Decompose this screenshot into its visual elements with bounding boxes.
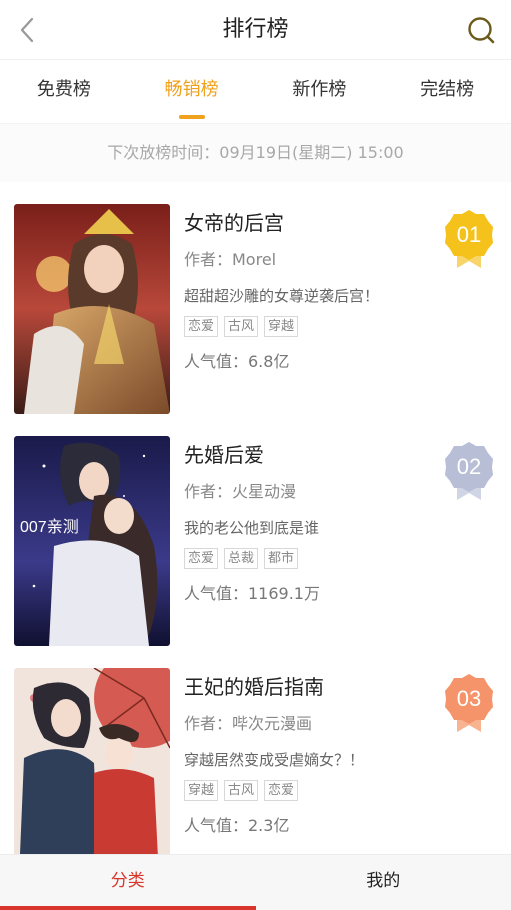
rank-badge-bronze-icon: 03 — [445, 674, 493, 732]
rank-number: 02 — [457, 454, 481, 479]
book-title[interactable]: 王妃的婚后指南 — [184, 672, 434, 702]
book-cover[interactable]: 007亲测 — [14, 436, 170, 646]
tag[interactable]: 总裁 — [224, 548, 259, 569]
tab-bestseller[interactable]: 畅销榜 — [128, 60, 256, 123]
tag[interactable]: 穿越 — [264, 316, 299, 337]
tag[interactable]: 古风 — [224, 316, 259, 337]
tag-list: 穿越 古风 恋爱 — [184, 780, 434, 802]
tab-label: 畅销榜 — [164, 79, 219, 100]
page-title: 排行榜 — [222, 17, 289, 42]
header-bar: 排行榜 — [0, 0, 511, 60]
tag[interactable]: 恋爱 — [184, 548, 219, 569]
ranking-tabs: 免费榜 畅销榜 新作榜 完结榜 — [0, 60, 511, 124]
tab-label: 新作榜 — [292, 79, 347, 100]
tag[interactable]: 都市 — [264, 548, 299, 569]
search-button[interactable] — [465, 14, 497, 46]
tab-label: 完结榜 — [420, 79, 475, 100]
tag[interactable]: 恋爱 — [264, 780, 299, 801]
book-author: 作者：哔次元漫画 — [184, 714, 313, 733]
search-icon — [468, 17, 495, 44]
rank-number: 01 — [457, 222, 481, 247]
tag[interactable]: 穿越 — [184, 780, 219, 801]
tab-new[interactable]: 新作榜 — [256, 60, 384, 123]
book-description: 穿越居然变成受虐嫡女？！ — [184, 751, 365, 769]
tag-list: 恋爱 总裁 都市 — [184, 548, 434, 570]
nav-label: 我的 — [366, 871, 401, 891]
book-title[interactable]: 女帝的后宫 — [184, 208, 434, 238]
nav-active-indicator — [0, 906, 256, 910]
book-cover[interactable] — [14, 204, 170, 414]
next-release-notice: 下次放榜时间：09月19日(星期二) 15:00 — [0, 124, 511, 182]
rank-number: 03 — [457, 686, 481, 711]
tab-completed[interactable]: 完结榜 — [383, 60, 511, 123]
nav-mine[interactable]: 我的 — [256, 855, 511, 910]
list-item[interactable]: 007亲测 先婚后爱 作者：火星动漫 我的老公他到底是谁 恋爱 总裁 都市 人气… — [0, 414, 511, 646]
tab-free[interactable]: 免费榜 — [0, 60, 128, 123]
tag[interactable]: 古风 — [224, 780, 259, 801]
book-title[interactable]: 先婚后爱 — [184, 440, 434, 470]
book-info: 女帝的后宫 作者：Morel 超甜超沙雕的女尊逆袭后宫！ 恋爱 古风 穿越 人气… — [184, 204, 434, 374]
book-description: 我的老公他到底是谁 — [184, 519, 320, 537]
list-item[interactable]: 王妃的婚后指南 作者：哔次元漫画 穿越居然变成受虐嫡女？！ 穿越 古风 恋爱 人… — [0, 646, 511, 854]
tag[interactable]: 恋爱 — [184, 316, 219, 337]
cover-watermark-text: 007亲测 — [20, 518, 79, 536]
book-author: 作者：火星动漫 — [184, 482, 297, 501]
popularity-value: 人气值：1169.1万 — [184, 584, 320, 603]
tab-active-indicator — [178, 115, 205, 119]
tag-list: 恋爱 古风 穿越 — [184, 316, 434, 338]
book-cover[interactable] — [14, 668, 170, 854]
popularity-value: 人气值：2.3亿 — [184, 816, 290, 835]
book-description: 超甜超沙雕的女尊逆袭后宫！ — [184, 287, 380, 305]
nav-label: 分类 — [110, 871, 145, 891]
list-item[interactable]: 女帝的后宫 作者：Morel 超甜超沙雕的女尊逆袭后宫！ 恋爱 古风 穿越 人气… — [0, 182, 511, 414]
nav-category[interactable]: 分类 — [0, 855, 256, 910]
ranking-list: 女帝的后宫 作者：Morel 超甜超沙雕的女尊逆袭后宫！ 恋爱 古风 穿越 人气… — [0, 182, 511, 854]
tab-label: 免费榜 — [36, 79, 91, 100]
book-info: 王妃的婚后指南 作者：哔次元漫画 穿越居然变成受虐嫡女？！ 穿越 古风 恋爱 人… — [184, 668, 434, 838]
popularity-value: 人气值：6.8亿 — [184, 352, 290, 371]
bottom-navigation: 分类 我的 — [0, 854, 511, 910]
book-author: 作者：Morel — [184, 250, 277, 269]
book-info: 先婚后爱 作者：火星动漫 我的老公他到底是谁 恋爱 总裁 都市 人气值：1169… — [184, 436, 434, 606]
rank-badge-gold-icon: 01 — [445, 210, 493, 268]
rank-badge-silver-icon: 02 — [445, 442, 493, 500]
